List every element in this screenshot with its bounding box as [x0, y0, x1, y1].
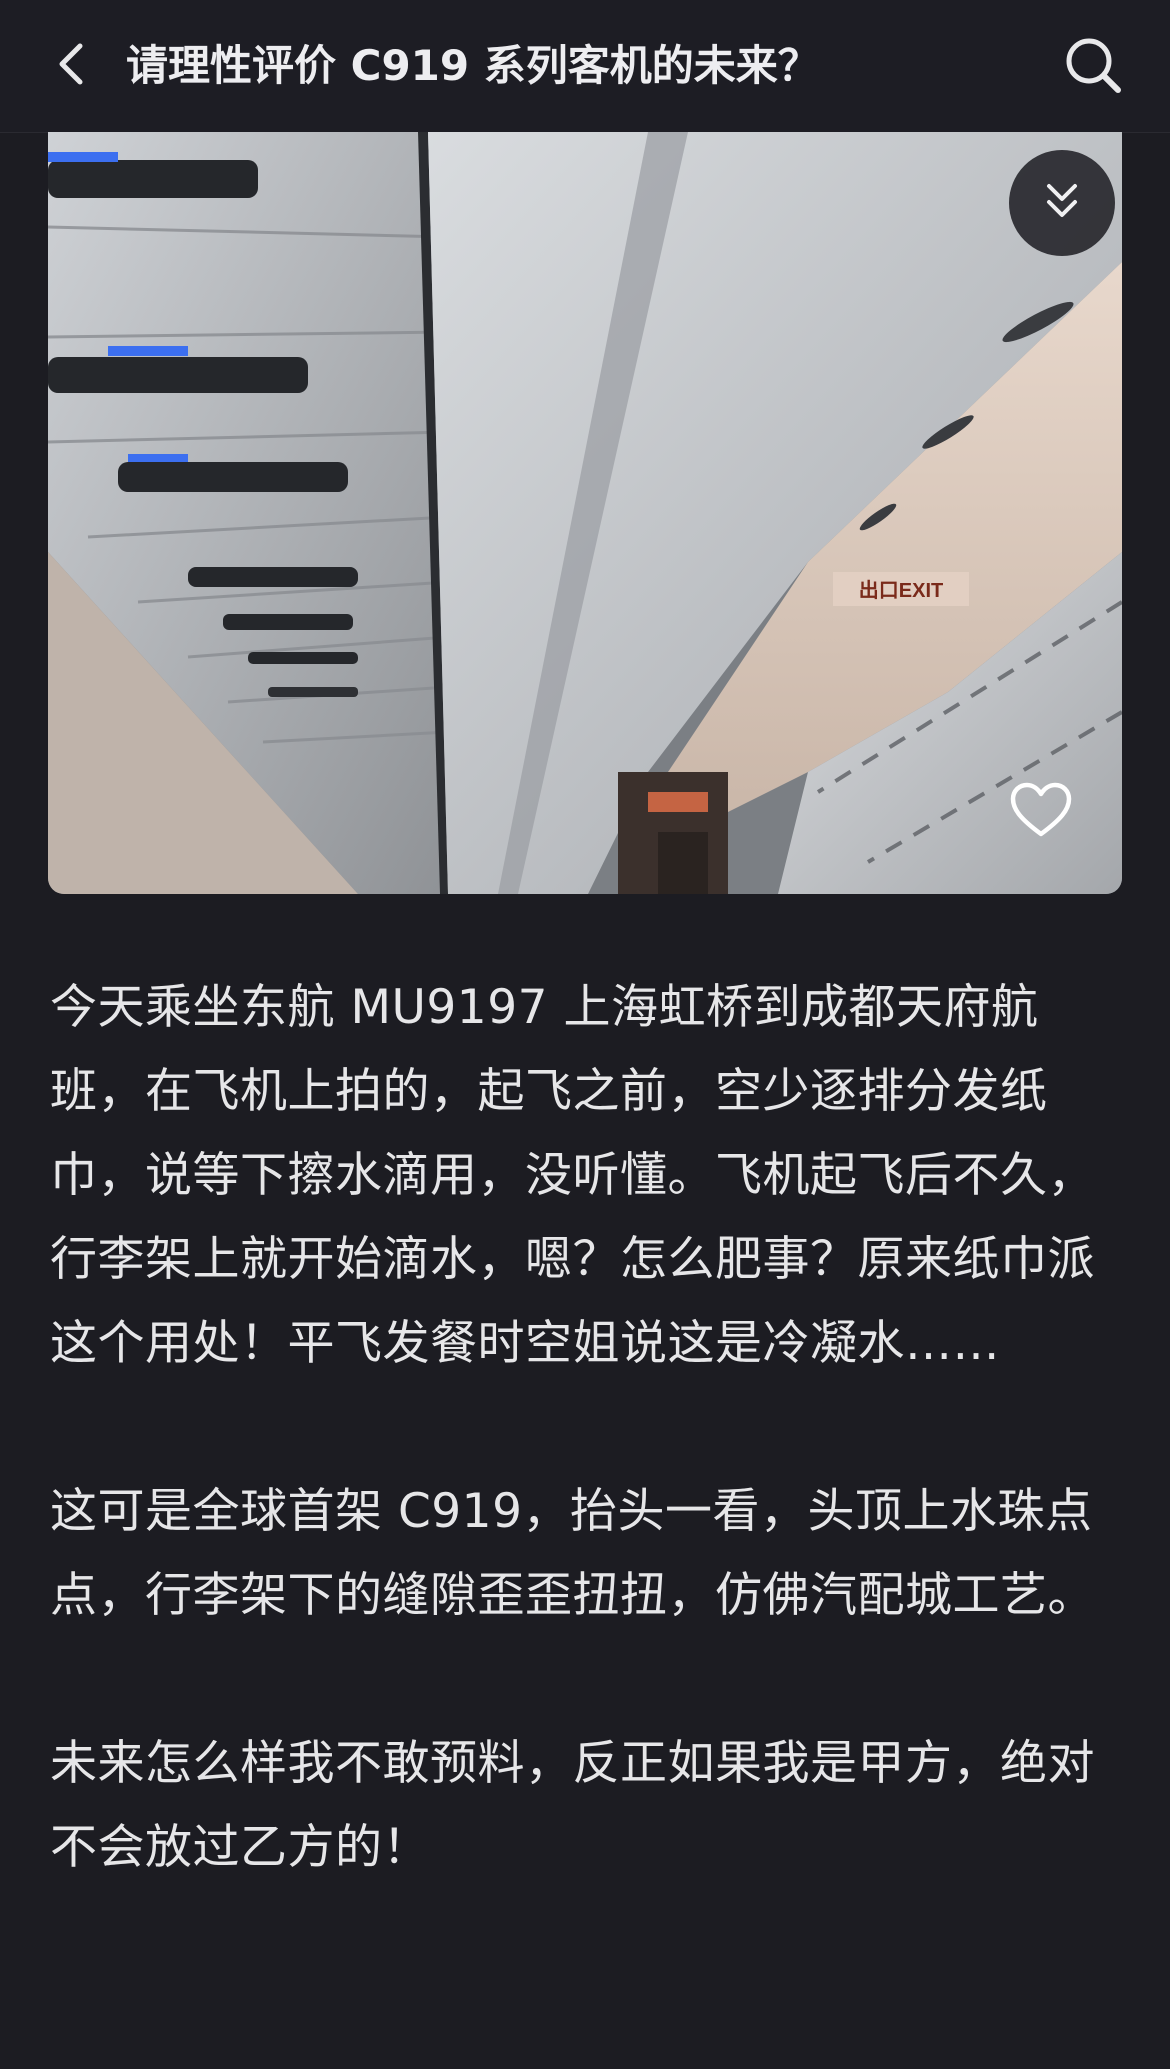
post-paragraph: 今天乘坐东航 MU9197 上海虹桥到成都天府航班，在飞机上拍的，起飞之前，空少… [50, 980, 1095, 1371]
heart-icon [1010, 782, 1072, 842]
collapse-button[interactable] [1009, 150, 1115, 256]
exit-sign-text: 出口EXIT [859, 579, 943, 602]
search-icon [1063, 35, 1123, 99]
post-paragraph: 未来怎么样我不敢预料，反正如果我是甲方，绝对不会放过乙方的！ [50, 1736, 1095, 1875]
top-nav-bar: 请理性评价 C919 系列客机的未来？ [0, 0, 1170, 133]
search-button[interactable] [1058, 32, 1128, 102]
back-button[interactable] [40, 34, 104, 98]
post-paragraph: 这可是全球首架 C919，抬头一看，头顶上水珠点点，行李架下的缝隙歪歪扭扭，仿佛… [50, 1484, 1095, 1623]
cabin-photo[interactable]: 出口EXIT [48, 132, 1122, 894]
question-title: 请理性评价 C919 系列客机的未来？ [126, 41, 820, 90]
like-button[interactable] [1005, 776, 1077, 848]
double-chevron-down-icon [1041, 180, 1083, 226]
post-content: 今天乘坐东航 MU9197 上海虹桥到成都天府航班，在飞机上拍的，起飞之前，空少… [50, 966, 1122, 1974]
chevron-left-icon [52, 40, 92, 92]
